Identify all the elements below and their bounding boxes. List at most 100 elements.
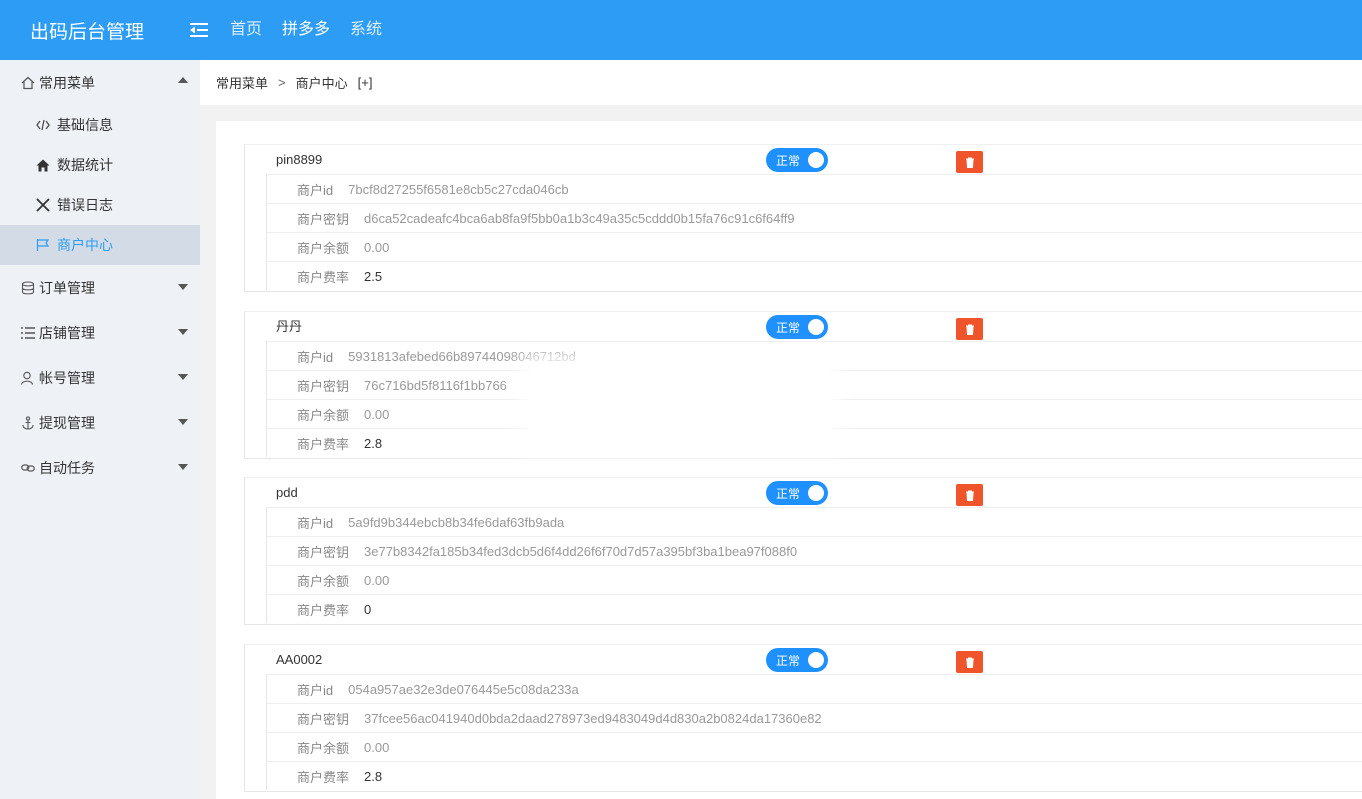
detail-label: 商户余额	[297, 573, 350, 589]
detail-label: 商户密钥	[297, 211, 350, 227]
detail-row-rate: 商户费率 2.8	[267, 761, 1362, 790]
toggle-knob	[808, 485, 824, 501]
detail-label: 商户费率	[297, 769, 350, 785]
merchant-id: 5a9fd9b344ebcb8b34fe6daf63fb9ada	[348, 514, 565, 530]
menu-group-label: 店铺管理	[39, 324, 95, 341]
redaction-overlay	[530, 365, 830, 450]
caret-up-icon	[178, 77, 188, 83]
sidebar-item-statistics[interactable]: 数据统计	[0, 145, 200, 185]
merchant-id: 5931813afebed66b89744098046712bd	[348, 348, 576, 364]
sidebar-item-label: 数据统计	[57, 157, 113, 173]
sidebar: 常用菜单 基础信息 数据统计 错误日志 商户中心 订单管理 店铺管理 帐号管理 …	[0, 60, 200, 799]
menu-group-accounts[interactable]: 帐号管理	[0, 355, 200, 400]
detail-label: 商户id	[297, 682, 334, 698]
detail-label: 商户id	[297, 182, 334, 198]
caret-down-icon	[178, 464, 188, 470]
detail-row-balance: 商户余额 0.00	[267, 565, 1362, 594]
trash-icon	[965, 657, 974, 668]
delete-button[interactable]	[956, 651, 983, 673]
merchant-name: pin8899	[276, 152, 323, 167]
detail-label: 商户id	[297, 349, 334, 365]
menu-toggle-icon[interactable]	[180, 0, 220, 60]
detail-label: 商户密钥	[297, 544, 350, 560]
status-label: 正常	[776, 486, 801, 501]
detail-label: 商户余额	[297, 407, 350, 423]
status-toggle[interactable]: 正常	[766, 315, 828, 339]
nav-system[interactable]: 系统	[340, 0, 392, 60]
toggle-knob	[808, 652, 824, 668]
list-icon	[20, 325, 36, 341]
breadcrumb-add[interactable]: [+]	[358, 75, 373, 90]
status-toggle[interactable]: 正常	[766, 648, 828, 672]
detail-row-rate: 商户费率 2.5	[267, 261, 1362, 290]
merchant-details: 商户id 5a9fd9b344ebcb8b34fe6daf63fb9ada 商户密…	[266, 507, 1362, 623]
merchant-name: AA0002	[276, 652, 323, 667]
detail-label: 商户费率	[297, 436, 350, 452]
merchant-rate: 2.8	[364, 435, 383, 451]
detail-row-rate: 商户费率 0	[267, 594, 1362, 623]
close-icon	[35, 198, 51, 212]
menu-group-label: 自动任务	[39, 459, 95, 476]
trash-icon	[965, 324, 974, 335]
sidebar-item-label: 商户中心	[57, 237, 113, 253]
detail-label: 商户余额	[297, 240, 350, 256]
menu-group-withdraw[interactable]: 提现管理	[0, 400, 200, 445]
menu-group-label: 订单管理	[39, 279, 95, 296]
detail-label: 商户余额	[297, 740, 350, 756]
menu-group-orders[interactable]: 订单管理	[0, 265, 200, 310]
merchant-balance: 0.00	[364, 572, 390, 588]
detail-row-secret: 商户密钥 37fcee56ac041940d0bda2daad278973ed94…	[267, 703, 1362, 732]
status-label: 正常	[776, 653, 801, 668]
detail-row-balance: 商户余额 0.00	[267, 232, 1362, 261]
merchant-card: AA0002 正常 商户id 054a957ae32e3de076445e5c08…	[244, 644, 1362, 792]
link-icon	[20, 460, 36, 476]
merchant-id: 054a957ae32e3de076445e5c08da233a	[348, 681, 579, 697]
breadcrumb-root[interactable]: 常用菜单	[216, 73, 268, 92]
caret-down-icon	[178, 284, 188, 290]
app-logo: 出码后台管理	[30, 21, 145, 43]
toggle-knob	[808, 152, 824, 168]
nav-home[interactable]: 首页	[220, 0, 272, 60]
merchant-secret: 76c716bd5f8116f1bb766	[364, 377, 507, 393]
merchant-rate: 2.5	[364, 268, 383, 284]
detail-row-id: 商户id 7bcf8d27255f6581e8cb5c27cda046cb	[267, 174, 1362, 203]
house-icon	[35, 159, 51, 172]
breadcrumb-current: 商户中心	[295, 76, 348, 91]
menu-group-shops[interactable]: 店铺管理	[0, 310, 200, 355]
status-toggle[interactable]: 正常	[766, 481, 828, 505]
sidebar-item-error-log[interactable]: 错误日志	[0, 185, 200, 225]
sidebar-item-merchant-center[interactable]: 商户中心	[0, 225, 200, 265]
detail-label: 商户密钥	[297, 378, 350, 394]
detail-row-secret: 商户密钥 3e77b8342fa185b34fed3dcb5d6f4dd26f6f…	[267, 536, 1362, 565]
merchant-secret: 37fcee56ac041940d0bda2daad278973ed948304…	[364, 710, 822, 726]
anchor-icon	[20, 415, 36, 431]
merchant-balance: 0.00	[364, 406, 390, 422]
trash-icon	[965, 490, 974, 501]
code-icon	[35, 119, 51, 131]
status-label: 正常	[776, 320, 801, 335]
merchant-details: 商户id 054a957ae32e3de076445e5c08da233a 商户密…	[266, 674, 1362, 790]
menu-group-label: 帐号管理	[39, 369, 95, 386]
menu-group-common[interactable]: 常用菜单	[0, 60, 200, 105]
sidebar-item-basic-info[interactable]: 基础信息	[0, 105, 200, 145]
menu-group-auto-tasks[interactable]: 自动任务	[0, 445, 200, 490]
merchant-rate: 0	[364, 601, 372, 617]
user-icon	[20, 370, 36, 386]
detail-row-secret: 商户密钥 d6ca52cadeafc4bca6ab8fa9f5bb0a1b3c49…	[267, 203, 1362, 232]
nav-pinduoduo[interactable]: 拼多多	[272, 0, 340, 60]
caret-down-icon	[178, 419, 188, 425]
toggle-knob	[808, 319, 824, 335]
flag-icon	[35, 238, 51, 252]
detail-label: 商户id	[297, 515, 334, 531]
merchant-secret: d6ca52cadeafc4bca6ab8fa9f5bb0a1b3c49a35c…	[364, 210, 795, 226]
merchant-details: 商户id 7bcf8d27255f6581e8cb5c27cda046cb 商户密…	[266, 174, 1362, 290]
delete-button[interactable]	[956, 318, 983, 340]
merchant-name: pdd	[276, 485, 298, 500]
merchant-secret: 3e77b8342fa185b34fed3dcb5d6f4dd26f6f70d7…	[364, 543, 798, 559]
status-toggle[interactable]: 正常	[766, 148, 828, 172]
sidebar-item-label: 错误日志	[57, 197, 113, 213]
delete-button[interactable]	[956, 484, 983, 506]
delete-button[interactable]	[956, 151, 983, 173]
detail-row-id: 商户id 054a957ae32e3de076445e5c08da233a	[267, 674, 1362, 703]
merchant-balance: 0.00	[364, 239, 390, 255]
